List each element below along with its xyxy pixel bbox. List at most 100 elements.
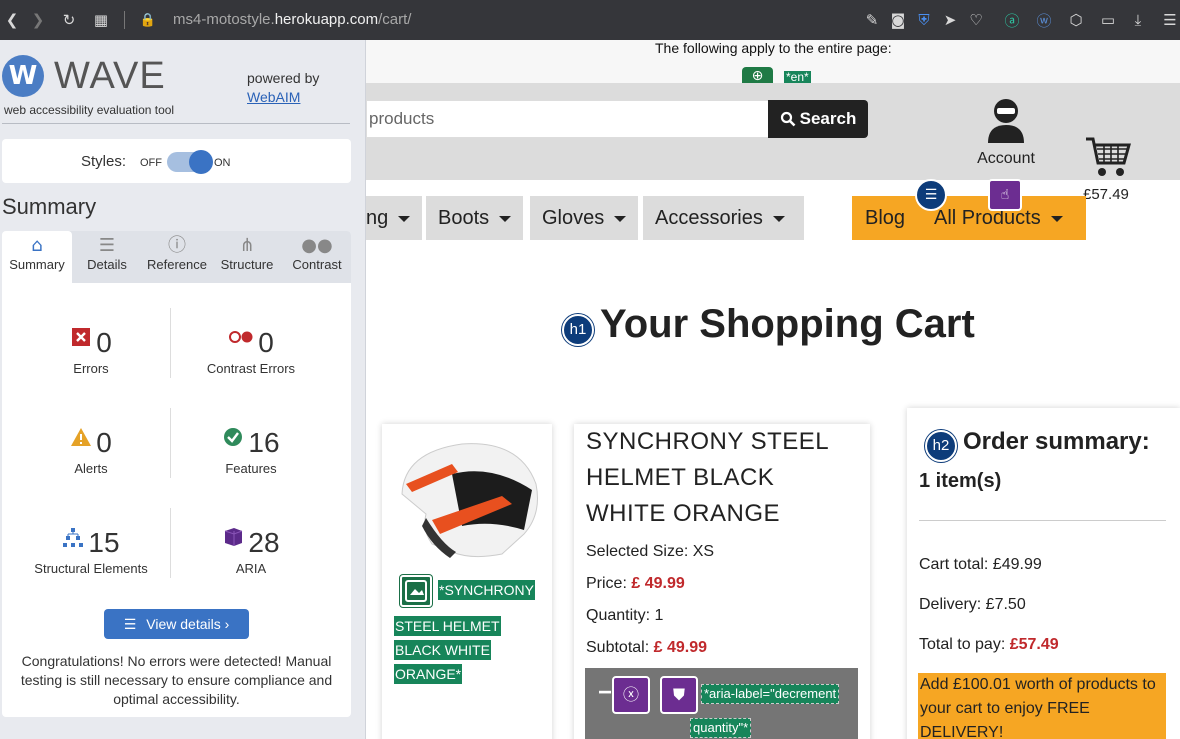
account-link[interactable]: Account <box>970 97 1042 168</box>
camera-icon[interactable]: ◙ <box>886 8 910 32</box>
wave-error-aria-icon[interactable]: ⓧ <box>612 676 650 714</box>
nav-item-boots[interactable]: Boots <box>426 196 524 240</box>
subtotal-line: Subtotal: £ 49.99 <box>586 639 707 657</box>
structure-icon <box>63 528 84 547</box>
nav-item-accessories[interactable]: Accessories <box>643 196 804 240</box>
shield-icon[interactable]: ⛨ <box>912 8 936 32</box>
search-input[interactable]: products <box>366 100 769 138</box>
stat-label: Contrast Errors <box>206 361 296 376</box>
cart-icon[interactable] <box>1084 133 1132 179</box>
nav-item-gloves[interactable]: Gloves <box>530 196 639 240</box>
selected-size: Selected Size: XS <box>586 543 715 560</box>
toolbar-divider <box>124 11 125 29</box>
lang-badge: *en* <box>784 70 811 84</box>
chevron-down-icon <box>499 215 512 222</box>
reload-icon[interactable]: ↻ <box>57 8 81 32</box>
browser-toolbar: ❮ ❯ ↻ ▦ 🔒 ms4-motostyle.herokuapp.com/ca… <box>0 0 1180 40</box>
product-name: SYNCHRONY STEEL HELMET BLACK WHITE ORANG… <box>586 428 829 527</box>
tab-details[interactable]: ☰ Details <box>72 231 142 283</box>
cube-icon[interactable]: ⬡ <box>1064 8 1088 32</box>
alt-text-line: ORANGE* <box>394 664 463 684</box>
address-bar[interactable]: ms4-motostyle.herokuapp.com/cart/ <box>173 11 411 28</box>
h2-icon[interactable]: h2 <box>925 430 957 462</box>
account-label: Account <box>977 150 1035 167</box>
nav-label: Boots <box>438 207 490 229</box>
wave-list-icon[interactable]: ☰ <box>915 179 947 211</box>
decrement-button[interactable]: − <box>598 681 612 705</box>
h1-icon[interactable]: h1 <box>562 314 594 346</box>
search-button[interactable]: Search <box>768 100 868 138</box>
wave-aria-label-icon[interactable]: ⛊ <box>660 676 698 714</box>
url-path: /cart/ <box>378 11 412 28</box>
aria-cube-icon <box>225 528 243 546</box>
nav-label: Gloves <box>542 207 605 229</box>
tab-label: Contrast <box>292 257 342 272</box>
tab-contrast[interactable]: ●● Contrast <box>282 231 352 283</box>
nav-label: Accessories <box>655 207 763 229</box>
url-host: herokuapp.com <box>274 11 379 28</box>
toggle-knob <box>189 150 213 174</box>
order-summary-title: Order summary: <box>963 428 1150 455</box>
wave-sidebar: W WAVE web accessibility evaluation tool… <box>0 40 366 739</box>
edit-icon[interactable]: ✎ <box>860 8 884 32</box>
tab-reference[interactable]: ⓘ Reference <box>142 231 212 283</box>
nav-item-blog[interactable]: Blog <box>852 196 922 240</box>
wave-aria-icon[interactable]: ☝ <box>988 179 1022 211</box>
quantity-line: Quantity: 1 <box>586 607 664 624</box>
webaim-link[interactable]: WebAIM <box>247 89 300 105</box>
wave-summary-panel: ⌂ Summary ☰ Details ⓘ Reference ⋔ Structure … <box>2 231 351 717</box>
info-icon: ⓘ <box>168 235 186 256</box>
total-label: Total to pay: <box>919 636 1006 653</box>
free-delivery-banner: Add £100.01 worth of products to your ca… <box>918 673 1166 739</box>
styles-label: Styles: <box>81 153 127 170</box>
tab-label: Reference <box>147 257 207 272</box>
stat-aria: 28 ARIA <box>166 526 336 576</box>
nav-item-riding[interactable]: ng <box>366 196 422 240</box>
cast-icon[interactable]: ▭ <box>1096 8 1120 32</box>
chevron-down-icon <box>614 215 627 222</box>
aria-label-text: *aria-label="decrement <box>701 684 840 704</box>
list-icon: ☰ <box>98 235 116 256</box>
url-host-prefix: ms4-motostyle. <box>173 11 275 28</box>
user-icon <box>988 99 1024 143</box>
alt-text-icon[interactable] <box>400 575 432 607</box>
stat-value: 28 <box>248 527 280 558</box>
styles-toggle-box: Styles: OFF ON <box>2 139 351 183</box>
tab-structure[interactable]: ⋔ Structure <box>212 231 282 283</box>
tab-label: Structure <box>220 257 274 272</box>
summary-heading: Summary <box>2 194 97 219</box>
cart-total[interactable]: £57.49 <box>1083 186 1129 203</box>
wave-extension-icon[interactable]: ⓦ <box>1032 8 1056 32</box>
tab-summary[interactable]: ⌂ Summary <box>2 231 72 283</box>
download-icon[interactable]: ⤓ <box>1126 8 1150 32</box>
styles-toggle[interactable] <box>167 150 213 174</box>
styles-off-label: OFF <box>140 157 162 169</box>
forward-icon[interactable]: ❯ <box>26 8 50 32</box>
subtotal-label: Subtotal: <box>586 639 650 656</box>
stat-value: 0 <box>96 427 112 458</box>
total-value: £57.49 <box>1009 636 1059 653</box>
feature-check-icon <box>224 428 243 446</box>
stat-alerts: 0 Alerts <box>6 426 176 476</box>
stat-label: Alerts <box>74 461 108 476</box>
search-icon <box>780 111 796 127</box>
menu-icon[interactable]: ☰ <box>1158 8 1180 32</box>
powered-by-label: powered by <box>247 70 320 86</box>
helmet-image[interactable] <box>392 434 542 560</box>
extension-a-icon[interactable]: ⓐ <box>1000 8 1024 32</box>
contrast-icon: ●● <box>301 235 333 256</box>
tabs-grid-icon[interactable]: ▦ <box>89 8 113 32</box>
heart-icon[interactable]: ♡ <box>964 8 988 32</box>
home-icon: ⌂ <box>31 235 43 256</box>
back-icon[interactable]: ❮ <box>0 8 24 32</box>
contrast-error-icon <box>229 331 253 343</box>
globe-icon[interactable]: ⊕ <box>742 67 773 84</box>
order-item-count: 1 item(s) <box>919 470 1002 492</box>
tab-label: Details <box>87 257 127 272</box>
stat-value: 0 <box>96 327 112 358</box>
alt-text-line: *SYNCHRONY <box>438 580 535 600</box>
list-icon: ☰ <box>123 617 137 633</box>
view-details-button[interactable]: ☰ View details › <box>104 609 249 639</box>
send-icon[interactable]: ➤ <box>938 8 962 32</box>
lock-icon[interactable]: 🔒 <box>136 8 160 32</box>
